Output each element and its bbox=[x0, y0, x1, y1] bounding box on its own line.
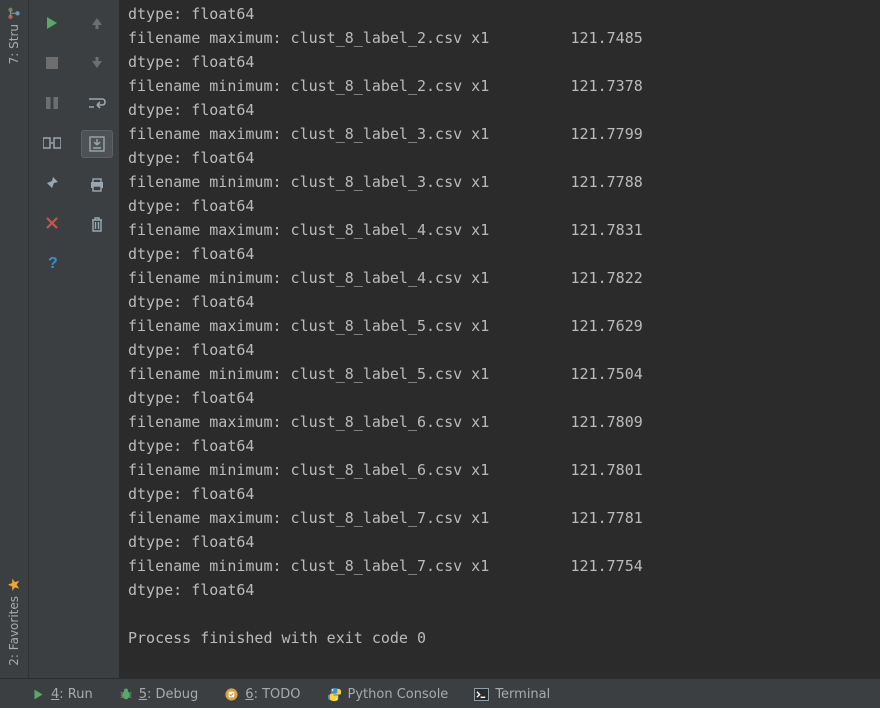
run-tab[interactable]: 4: Run bbox=[32, 687, 93, 702]
python-console-tab[interactable]: Python Console bbox=[327, 687, 449, 702]
stop-button[interactable] bbox=[37, 50, 67, 76]
scroll-to-end-button[interactable] bbox=[81, 130, 113, 158]
close-button[interactable] bbox=[37, 210, 67, 236]
mnemonic: 6 bbox=[245, 687, 253, 702]
svg-text:?: ? bbox=[48, 255, 58, 272]
close-icon bbox=[45, 216, 59, 230]
left-vertical-toolwindow-tabs: 7: Stru 2: Favorites bbox=[0, 0, 29, 678]
tab-label: Terminal bbox=[495, 687, 550, 702]
python-icon bbox=[327, 687, 342, 702]
help-button[interactable]: ? bbox=[37, 250, 67, 276]
up-button[interactable] bbox=[82, 10, 112, 36]
pin-icon bbox=[45, 176, 59, 190]
tab-label: Python Console bbox=[348, 687, 449, 702]
stop-icon bbox=[45, 56, 59, 70]
pause-button[interactable] bbox=[37, 90, 67, 116]
pause-icon bbox=[45, 96, 59, 110]
rerun-button[interactable] bbox=[37, 10, 67, 36]
favorites-toolwindow-tab[interactable]: 2: Favorites bbox=[5, 572, 23, 672]
debug-tab[interactable]: 5: Debug bbox=[119, 687, 199, 702]
layout-icon bbox=[43, 136, 61, 150]
terminal-tab[interactable]: Terminal bbox=[474, 687, 550, 702]
print-icon bbox=[89, 177, 105, 193]
arrow-up-icon bbox=[90, 16, 104, 30]
star-icon bbox=[7, 578, 21, 592]
vtab-label: 2: Favorites bbox=[7, 596, 21, 666]
run-toolbar: ? bbox=[29, 0, 120, 678]
pin-button[interactable] bbox=[37, 170, 67, 196]
structure-icon bbox=[7, 6, 21, 20]
todo-icon bbox=[224, 687, 239, 702]
soft-wrap-icon bbox=[88, 96, 106, 110]
layout-button[interactable] bbox=[37, 130, 67, 156]
help-icon: ? bbox=[45, 254, 59, 272]
structure-toolwindow-tab[interactable]: 7: Stru bbox=[5, 0, 23, 70]
run-console-output[interactable]: dtype: float64 filename maximum: clust_8… bbox=[120, 0, 880, 678]
play-icon bbox=[32, 688, 45, 701]
vtab-label: 7: Stru bbox=[7, 24, 21, 64]
clear-button[interactable] bbox=[82, 212, 112, 238]
arrow-down-icon bbox=[90, 56, 104, 70]
soft-wrap-button[interactable] bbox=[82, 90, 112, 116]
print-button[interactable] bbox=[82, 172, 112, 198]
scroll-end-icon bbox=[89, 136, 105, 152]
trash-icon bbox=[90, 217, 104, 233]
bug-icon bbox=[119, 687, 133, 701]
tab-label: : Run bbox=[59, 687, 92, 702]
bottom-toolwindow-bar: 4: Run 5: Debug 6: TODO Python Console T… bbox=[0, 678, 880, 708]
mnemonic: 5 bbox=[139, 687, 147, 702]
play-icon bbox=[44, 15, 60, 31]
down-button[interactable] bbox=[82, 50, 112, 76]
tab-label: : TODO bbox=[254, 687, 301, 702]
todo-tab[interactable]: 6: TODO bbox=[224, 687, 300, 702]
terminal-icon bbox=[474, 688, 489, 701]
tab-label: : Debug bbox=[147, 687, 198, 702]
